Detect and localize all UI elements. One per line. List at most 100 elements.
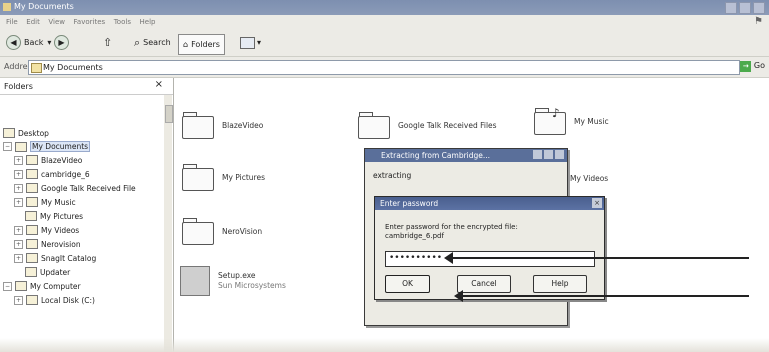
back-arrow-icon: ◀	[6, 35, 21, 50]
menu-edit[interactable]: Edit	[26, 18, 40, 26]
folders-pane-header: Folders ×	[0, 78, 173, 95]
tree-item-updater[interactable]: Updater	[25, 267, 70, 277]
menu-bar: File Edit View Favorites Tools Help ⚑	[0, 15, 769, 29]
minimize-button[interactable]	[725, 2, 737, 14]
tree-item-nerovision[interactable]: + Nerovision	[14, 239, 81, 249]
file-item-google-talk[interactable]: Google Talk Received Files	[358, 112, 497, 139]
password-dialog: Enter password × Enter password for the …	[374, 196, 605, 300]
window-titlebar: My Documents	[0, 0, 769, 15]
desktop-icon	[3, 128, 15, 138]
back-button[interactable]: ◀ Back ▾	[6, 34, 51, 51]
folder-icon	[25, 267, 37, 277]
expand-icon[interactable]: +	[14, 239, 23, 249]
pictures-folder-icon	[25, 211, 37, 221]
close-button[interactable]	[555, 150, 564, 159]
expand-icon[interactable]: +	[14, 253, 23, 263]
expand-icon[interactable]: +	[14, 155, 23, 165]
views-button[interactable]: ▾	[240, 34, 261, 51]
extracting-dialog-titlebar: Extracting from Cambridge...	[365, 149, 567, 162]
file-item-my-pictures[interactable]: My Pictures	[182, 164, 265, 191]
forward-arrow-icon: ▶	[54, 35, 69, 50]
collapse-icon[interactable]: −	[3, 281, 12, 291]
menu-file[interactable]: File	[6, 18, 18, 26]
callout-arrow-ok	[454, 290, 749, 302]
tree-item-my-music[interactable]: + My Music	[14, 197, 76, 207]
toolbar: ◀ Back ▾ ▶ ⇧ ⌕ Search ⌂ Folders ▾	[0, 29, 769, 57]
folder-icon	[26, 253, 38, 263]
ok-button[interactable]: OK	[385, 275, 430, 293]
folder-icon	[26, 239, 38, 249]
tree-item-my-documents[interactable]: − My Documents	[3, 141, 91, 152]
go-label: Go	[753, 61, 765, 70]
file-item-my-music[interactable]: ♪ My Music	[534, 106, 609, 135]
window-title: My Documents	[14, 2, 74, 11]
collapse-icon[interactable]: −	[3, 142, 12, 151]
tree-item-my-computer[interactable]: − My Computer	[3, 281, 81, 291]
search-button[interactable]: ⌕ Search	[134, 34, 171, 51]
file-item-setup[interactable]: Setup.exe Sun Microsystems	[180, 266, 286, 296]
file-item-my-videos[interactable]: My Videos	[570, 174, 608, 183]
tree-item-desktop[interactable]: Desktop	[3, 128, 49, 138]
callout-arrow-password	[444, 252, 749, 264]
go-arrow-icon: →	[740, 61, 752, 72]
tree-item-snagit-catalog[interactable]: + SnagIt Catalog	[14, 253, 96, 263]
music-folder-icon	[26, 197, 38, 207]
scroll-thumb[interactable]	[165, 105, 173, 123]
tree-item-my-pictures[interactable]: My Pictures	[25, 211, 83, 221]
folder-icon	[15, 141, 27, 152]
menu-help[interactable]: Help	[140, 18, 156, 26]
close-button[interactable]	[753, 2, 765, 14]
password-dialog-title: Enter password	[380, 199, 439, 208]
cancel-button[interactable]: Cancel	[457, 275, 511, 293]
menu-favorites[interactable]: Favorites	[74, 18, 106, 26]
folders-pane-title: Folders	[4, 82, 33, 91]
tree-item-blazevideo[interactable]: + BlazeVideo	[14, 155, 82, 165]
folder-icon	[26, 169, 38, 179]
vertical-scrollbar[interactable]	[164, 95, 173, 352]
drive-icon	[26, 295, 38, 305]
file-item-blazevideo[interactable]: BlazeVideo	[182, 112, 263, 139]
close-icon[interactable]: ×	[155, 79, 163, 90]
file-item-nerovision[interactable]: NeroVision	[182, 218, 262, 245]
forward-button[interactable]: ▶	[54, 34, 72, 51]
expand-icon[interactable]: +	[14, 197, 23, 207]
maximize-button[interactable]	[739, 2, 751, 14]
minimize-button[interactable]	[533, 150, 542, 159]
up-folder-icon: ⇧	[103, 36, 113, 49]
folder-icon	[358, 112, 390, 139]
maximize-button[interactable]	[544, 150, 553, 159]
music-folder-icon: ♪	[534, 106, 566, 135]
close-button[interactable]: ×	[592, 198, 602, 208]
menu-tools[interactable]: Tools	[114, 18, 131, 26]
address-field[interactable]: My Documents	[28, 60, 740, 75]
tree-item-my-videos[interactable]: + My Videos	[14, 225, 79, 235]
tree-item-google-talk[interactable]: + Google Talk Received File	[14, 183, 136, 193]
expand-icon[interactable]: +	[14, 295, 23, 305]
password-prompt: Enter password for the encrypted file: c…	[385, 223, 518, 240]
views-icon	[240, 36, 255, 49]
tree-item-local-disk[interactable]: + Local Disk (C:)	[14, 295, 95, 305]
folder-icon	[182, 218, 214, 245]
folders-icon: ⌂	[183, 40, 189, 49]
password-input[interactable]: ••••••••••	[385, 251, 595, 267]
folder-icon	[3, 3, 11, 11]
folders-button[interactable]: ⌂ Folders	[178, 34, 225, 55]
folders-pane: Folders × Desktop − My Documents + BlazeVi…	[0, 78, 174, 352]
dropdown-arrow-icon: ▾	[47, 38, 52, 47]
computer-icon	[15, 281, 27, 291]
pictures-folder-icon	[182, 164, 214, 191]
folder-icon	[26, 183, 38, 193]
installer-icon	[180, 266, 210, 296]
menu-view[interactable]: View	[48, 18, 65, 26]
address-value: My Documents	[43, 63, 103, 72]
go-button[interactable]: → Go	[740, 61, 765, 72]
help-button[interactable]: Help	[533, 275, 587, 293]
expand-icon[interactable]: +	[14, 183, 23, 193]
tree-item-cambridge[interactable]: + cambridge_6	[14, 169, 90, 179]
extracting-status: extracting	[373, 171, 412, 180]
back-label: Back	[24, 38, 44, 47]
up-folder-button[interactable]: ⇧	[103, 34, 112, 51]
expand-icon[interactable]: +	[14, 225, 23, 235]
expand-icon[interactable]: +	[14, 169, 23, 179]
windows-logo-icon: ⚑	[754, 16, 763, 27]
